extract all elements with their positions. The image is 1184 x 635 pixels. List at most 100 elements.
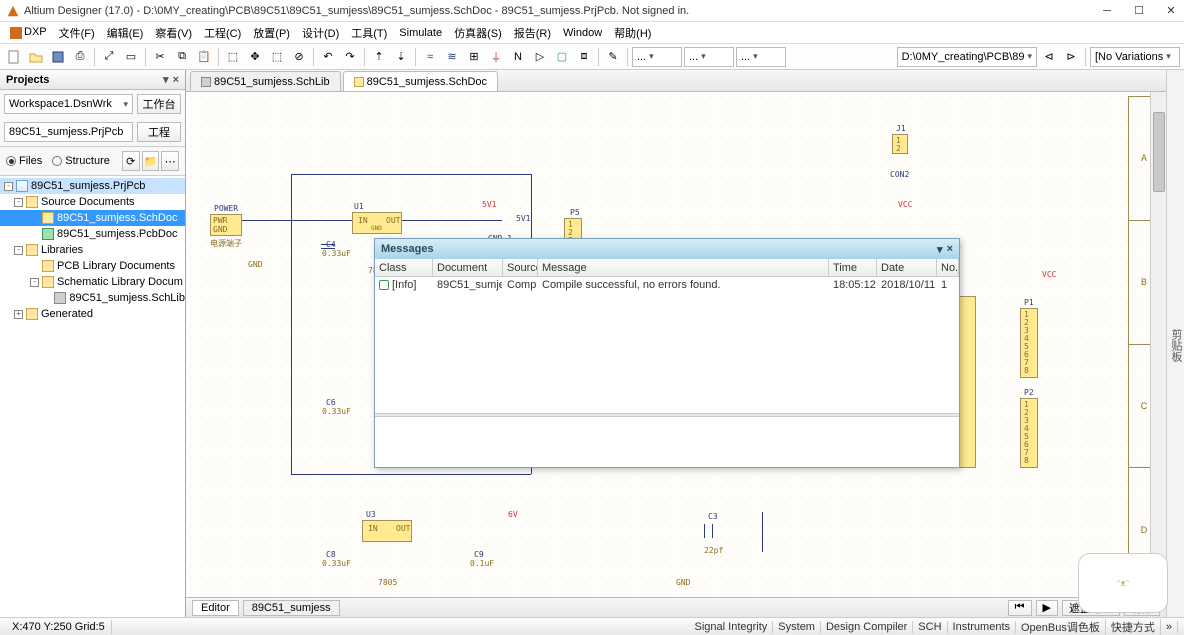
menu-edit[interactable]: 编辑(E)	[101, 23, 150, 43]
status-openbus[interactable]: OpenBus调色板	[1016, 619, 1106, 635]
messages-close-icon[interactable]: ×	[947, 243, 953, 255]
panel-close-icon[interactable]: ×	[173, 74, 179, 86]
place-wire-icon[interactable]: ≈	[420, 47, 440, 67]
status-more-icon[interactable]: »	[1161, 621, 1178, 633]
menu-report[interactable]: 报告(R)	[508, 23, 557, 43]
expand-icon[interactable]: -	[14, 198, 23, 207]
hierarchy-down-icon[interactable]: ⇣	[391, 47, 411, 67]
nav-fwd-icon[interactable]: ⊳	[1061, 47, 1081, 67]
redo-icon[interactable]: ↷	[340, 47, 360, 67]
place-sheet-icon[interactable]: ▢	[552, 47, 572, 67]
messages-panel[interactable]: Messages ▾ × Class Document Source Messa…	[374, 238, 960, 468]
move-icon[interactable]: ✥	[245, 47, 265, 67]
refresh-icon[interactable]: ⟳	[122, 151, 140, 171]
status-system[interactable]: System	[773, 621, 821, 633]
menu-view[interactable]: 察看(V)	[149, 23, 198, 43]
place-net-icon[interactable]: N	[508, 47, 528, 67]
status-design-compiler[interactable]: Design Compiler	[821, 621, 913, 633]
undo-icon[interactable]: ↶	[318, 47, 338, 67]
select-icon[interactable]: ⬚	[223, 47, 243, 67]
hierarchy-up-icon[interactable]: ⇡	[369, 47, 389, 67]
tree-node[interactable]: PCB Library Documents	[0, 258, 185, 274]
tree-node[interactable]: -Libraries	[0, 242, 185, 258]
zoom-area-icon[interactable]: ▭	[121, 47, 141, 67]
structure-radio[interactable]: Structure	[52, 155, 110, 167]
nav-back-icon[interactable]: ⊲	[1039, 47, 1059, 67]
doc-name-tab[interactable]: 89C51_sumjess	[243, 600, 340, 616]
menu-project[interactable]: 工程(C)	[198, 23, 247, 43]
maximize-button[interactable]: ☐	[1132, 4, 1146, 18]
status-signal-integrity[interactable]: Signal Integrity	[690, 621, 774, 633]
variations-combo[interactable]: [No Variations▾	[1090, 47, 1180, 67]
project-field[interactable]: 89C51_sumjess.PrjPcb	[4, 122, 133, 142]
new-icon[interactable]	[4, 47, 24, 67]
expand-icon[interactable]: -	[4, 182, 13, 191]
menu-file[interactable]: 文件(F)	[53, 23, 101, 43]
col-time[interactable]: Time	[829, 259, 877, 276]
place-bus-icon[interactable]: ≋	[442, 47, 462, 67]
paste-icon[interactable]: 📋	[194, 47, 214, 67]
place-power-icon[interactable]: ⏚	[486, 47, 506, 67]
menu-window[interactable]: Window	[557, 25, 608, 41]
col-class[interactable]: Class	[375, 259, 433, 276]
panel-menu-icon[interactable]: ▾	[163, 73, 169, 86]
deselect-icon[interactable]: ⬚	[267, 47, 287, 67]
expand-icon[interactable]: -	[14, 246, 23, 255]
workspace-field[interactable]: Workspace1.DsnWrk▾	[4, 94, 133, 114]
print-icon[interactable]: ⎙	[70, 47, 90, 67]
menu-design[interactable]: 设计(D)	[296, 23, 345, 43]
col-document[interactable]: Document	[433, 259, 503, 276]
cross-probe-icon[interactable]: ✎	[603, 47, 623, 67]
tree-node[interactable]: -Source Documents	[0, 194, 185, 210]
menu-help[interactable]: 帮助(H)	[608, 23, 657, 43]
save-icon[interactable]	[48, 47, 68, 67]
copy-icon[interactable]: ⧉	[172, 47, 192, 67]
tree-node[interactable]: 89C51_sumjess.SchDoc	[0, 210, 185, 226]
editor-tab[interactable]: Editor	[192, 600, 239, 616]
filter-combo-2[interactable]: ...▾	[684, 47, 734, 67]
place-port-icon[interactable]: ▷	[530, 47, 550, 67]
canvas-scrollbar[interactable]	[1150, 92, 1166, 597]
projects-tree[interactable]: -89C51_sumjess.PrjPcb-Source Documents89…	[0, 176, 185, 617]
col-source[interactable]: Source	[503, 259, 538, 276]
options-icon[interactable]: ⋯	[161, 151, 179, 171]
status-sch[interactable]: SCH	[913, 621, 947, 633]
workspace-button[interactable]: 工作台	[137, 94, 181, 114]
nav-first-icon[interactable]: ⏮	[1008, 600, 1032, 616]
message-row[interactable]: [Info] 89C51_sumjess... Compil Compile s…	[375, 277, 959, 293]
zoom-fit-icon[interactable]: ⤢	[99, 47, 119, 67]
menu-dxp[interactable]: DXP	[4, 24, 53, 40]
tree-node[interactable]: 89C51_sumjess.PcbDoc	[0, 226, 185, 242]
close-button[interactable]: ✕	[1164, 4, 1178, 18]
filter-combo-1[interactable]: ...▾	[632, 47, 682, 67]
status-instruments[interactable]: Instruments	[948, 621, 1016, 633]
menu-place[interactable]: 放置(P)	[247, 23, 296, 43]
menu-simulate[interactable]: Simulate	[393, 25, 448, 41]
menu-tools[interactable]: 工具(T)	[345, 23, 393, 43]
project-button[interactable]: 工程	[137, 122, 181, 142]
messages-title[interactable]: Messages ▾ ×	[375, 239, 959, 259]
expand-icon[interactable]: +	[14, 310, 23, 319]
tree-node[interactable]: -89C51_sumjess.PrjPcb	[0, 178, 185, 194]
menu-simulator[interactable]: 仿真器(S)	[448, 23, 508, 43]
tree-node[interactable]: +Generated	[0, 306, 185, 322]
document-tab[interactable]: 89C51_sumjess.SchDoc	[343, 71, 498, 91]
side-tab-clipboard[interactable]: 剪贴板	[1168, 329, 1184, 362]
document-tab[interactable]: 89C51_sumjess.SchLib	[190, 71, 341, 91]
tree-node[interactable]: 89C51_sumjess.SchLib	[0, 290, 185, 306]
status-shortcuts[interactable]: 快捷方式	[1106, 619, 1161, 635]
place-harness-icon[interactable]: ⧈	[574, 47, 594, 67]
place-part-icon[interactable]: ⊞	[464, 47, 484, 67]
col-message[interactable]: Message	[538, 259, 829, 276]
col-date[interactable]: Date	[877, 259, 937, 276]
minimize-button[interactable]: ─	[1100, 4, 1114, 18]
messages-menu-icon[interactable]: ▾	[937, 243, 943, 256]
clear-icon[interactable]: ⊘	[289, 47, 309, 67]
path-combo[interactable]: D:\0MY_creating\PCB\89▾	[897, 47, 1037, 67]
tree-node[interactable]: -Schematic Library Docum	[0, 274, 185, 290]
cut-icon[interactable]: ✂	[150, 47, 170, 67]
files-radio[interactable]: Files	[6, 155, 42, 167]
open-folder-icon[interactable]: 📁	[142, 151, 160, 171]
open-icon[interactable]	[26, 47, 46, 67]
expand-icon[interactable]: -	[30, 278, 39, 287]
